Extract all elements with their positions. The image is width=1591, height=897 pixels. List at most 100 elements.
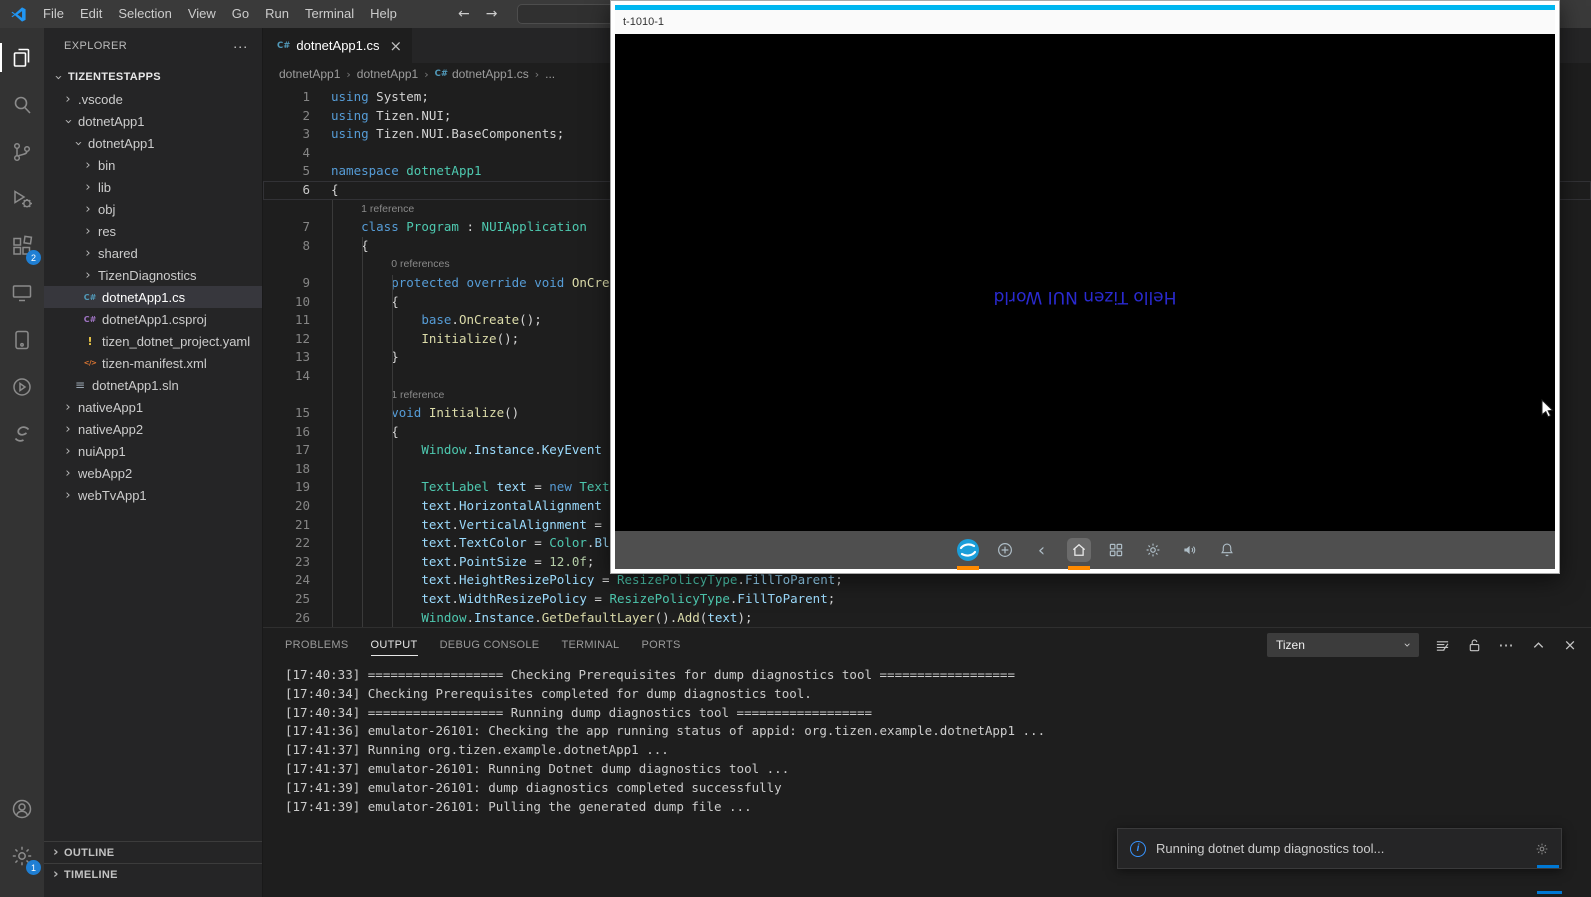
section-outline[interactable]: ›OUTLINE — [44, 841, 262, 863]
lock-scroll-icon[interactable] — [1465, 636, 1483, 654]
apps-grid-icon[interactable] — [1104, 538, 1128, 562]
codelens-label[interactable]: 1 reference — [361, 200, 414, 219]
breadcrumb-item[interactable]: C#dotnetApp1.cs — [435, 67, 529, 81]
tree-item-tizentestapps[interactable]: ›TIZENTESTAPPS — [44, 66, 262, 88]
tree-item-webtvapp1[interactable]: ›webTvApp1 — [44, 484, 262, 506]
extensions-icon[interactable]: 2 — [0, 222, 44, 269]
tree-item-tizendiagnostics[interactable]: ›TizenDiagnostics — [44, 264, 262, 286]
accounts-icon[interactable] — [0, 785, 44, 832]
tizen-device-manager-icon[interactable] — [0, 316, 44, 363]
tree-item-dotnetapp1[interactable]: ›dotnetApp1 — [44, 132, 262, 154]
emulator-titlebar[interactable]: t-1010-1 — [615, 10, 1555, 34]
yaml-file-icon: ! — [82, 335, 98, 348]
notification-toast[interactable]: i Running dotnet dump diagnostics tool..… — [1117, 828, 1562, 869]
panel-tab-problems[interactable]: PROBLEMS — [285, 628, 349, 662]
tizen-logo-icon[interactable] — [956, 538, 980, 562]
sidebar-more-actions-icon[interactable]: ··· — [233, 38, 248, 54]
settings-badge: 1 — [26, 860, 41, 875]
chevron-right-icon: › — [60, 400, 76, 415]
notifications-bell-icon[interactable] — [1215, 538, 1239, 562]
panel-tab-debug-console[interactable]: DEBUG CONSOLE — [440, 628, 540, 662]
tree-item-bin[interactable]: ›bin — [44, 154, 262, 176]
panel-tab-terminal[interactable]: TERMINAL — [561, 628, 619, 662]
tab-dotnetapp1cs[interactable]: C# dotnetApp1.cs × — [263, 28, 412, 63]
line-number: 16 — [263, 423, 331, 442]
emulator-settings-gear-icon[interactable] — [1141, 538, 1165, 562]
menu-terminal[interactable]: Terminal — [297, 0, 362, 28]
tree-item-obj[interactable]: ›obj — [44, 198, 262, 220]
nav-back-icon[interactable]: ← — [458, 6, 470, 22]
emulator-hello-text: Hello Tizen NUI World — [615, 287, 1555, 307]
tree-item-nativeapp1[interactable]: ›nativeApp1 — [44, 396, 262, 418]
remote-explorer-icon[interactable] — [0, 269, 44, 316]
tree-item-lib[interactable]: ›lib — [44, 176, 262, 198]
breadcrumb-item[interactable]: dotnetApp1 — [279, 67, 340, 81]
tree-item-label: dotnetApp1.sln — [92, 378, 179, 393]
menu-view[interactable]: View — [180, 0, 224, 28]
run-debug-icon[interactable] — [0, 175, 44, 222]
menu-go[interactable]: Go — [224, 0, 257, 28]
line-number: 1 — [263, 88, 331, 107]
zoom-plus-icon[interactable] — [993, 538, 1017, 562]
home-icon[interactable] — [1067, 538, 1091, 562]
tree-item-dotnetapp1[interactable]: ›dotnetApp1 — [44, 110, 262, 132]
tree-item-webapp2[interactable]: ›webApp2 — [44, 462, 262, 484]
codelens-label[interactable]: 1 reference — [391, 386, 444, 405]
tree-item-tizen-manifest-xml[interactable]: </>tizen-manifest.xml — [44, 352, 262, 374]
tree-item-dotnetapp1-cs[interactable]: C#dotnetApp1.cs — [44, 286, 262, 308]
panel-more-actions-icon[interactable]: ··· — [1497, 636, 1515, 654]
tizen-extension-icon[interactable] — [0, 410, 44, 457]
search-icon[interactable] — [0, 81, 44, 128]
back-icon[interactable]: ‹ — [1030, 538, 1054, 562]
menu-file[interactable]: File — [35, 0, 72, 28]
code-text: base.OnCreate(); — [331, 311, 542, 330]
tree-item-tizen-dotnet-project-yaml[interactable]: !tizen_dotnet_project.yaml — [44, 330, 262, 352]
tree-item-dotnetapp1-sln[interactable]: ≡dotnetApp1.sln — [44, 374, 262, 396]
code-text: using System; — [331, 88, 429, 107]
breadcrumb-separator-icon: › — [346, 68, 350, 81]
output-channel-dropdown[interactable]: Tizen › — [1267, 633, 1419, 657]
panel-tab-output[interactable]: OUTPUT — [371, 628, 418, 662]
maximize-panel-icon[interactable] — [1529, 636, 1547, 654]
extensions-badge: 2 — [26, 250, 41, 265]
menu-selection[interactable]: Selection — [110, 0, 179, 28]
tree-item--vscode[interactable]: ›.vscode — [44, 88, 262, 110]
tree-item-label: TIZENTESTAPPS — [68, 71, 161, 83]
chevron-right-icon: › — [60, 466, 76, 481]
indent-guide — [392, 275, 393, 627]
nav-forward-icon[interactable]: → — [486, 6, 498, 22]
tree-item-nuiapp1[interactable]: ›nuiApp1 — [44, 440, 262, 462]
section-timeline[interactable]: ›TIMELINE — [44, 863, 262, 885]
volume-icon[interactable] — [1178, 538, 1202, 562]
tab-close-icon[interactable]: × — [390, 37, 403, 55]
codelens-label[interactable]: 0 references — [391, 255, 449, 274]
menu-edit[interactable]: Edit — [72, 0, 110, 28]
notification-settings-gear-icon[interactable] — [1535, 842, 1549, 856]
emulator-screen[interactable]: Hello Tizen NUI World ‹ — [615, 34, 1555, 569]
line-number: 20 — [263, 497, 331, 516]
tree-item-res[interactable]: ›res — [44, 220, 262, 242]
tree-item-label: webTvApp1 — [78, 488, 147, 503]
clear-output-icon[interactable] — [1433, 636, 1451, 654]
close-panel-icon[interactable]: × — [1561, 636, 1579, 654]
output-log[interactable]: [17:40:33] ================== Checking P… — [263, 662, 1591, 816]
tree-item-dotnetapp1-csproj[interactable]: C#dotnetApp1.csproj — [44, 308, 262, 330]
code-text: using Tizen.NUI; — [331, 107, 451, 126]
explorer-icon[interactable] — [0, 34, 44, 81]
tizen-emulator-manager-icon[interactable] — [0, 363, 44, 410]
breadcrumb-item[interactable]: ... — [545, 67, 555, 81]
breadcrumb-item[interactable]: dotnetApp1 — [357, 67, 418, 81]
panel-tab-ports[interactable]: PORTS — [641, 628, 680, 662]
code-line: 25 text.WidthResizePolicy = ResizePolicy… — [263, 590, 1591, 609]
menu-run[interactable]: Run — [257, 0, 297, 28]
settings-gear-icon[interactable]: 1 — [0, 832, 44, 879]
menu-help[interactable]: Help — [362, 0, 405, 28]
line-number: 8 — [263, 237, 331, 256]
source-control-icon[interactable] — [0, 128, 44, 175]
tree-item-nativeapp2[interactable]: ›nativeApp2 — [44, 418, 262, 440]
tizen-emulator-window[interactable]: t-1010-1 Hello Tizen NUI World ‹ — [610, 0, 1560, 574]
tree-item-shared[interactable]: ›shared — [44, 242, 262, 264]
code-text: using Tizen.NUI.BaseComponents; — [331, 125, 564, 144]
output-line: [17:41:37] Running org.tizen.example.dot… — [285, 741, 1591, 760]
breadcrumb-separator-icon: › — [424, 68, 428, 81]
